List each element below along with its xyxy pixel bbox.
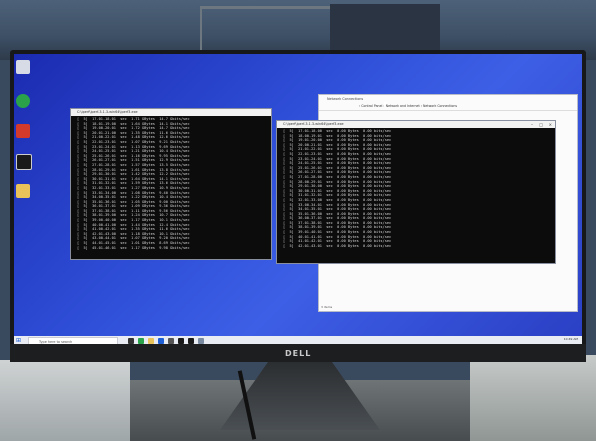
recycle-bin-icon xyxy=(16,60,30,74)
client-output: [ 5] 17.01-18.01 sec 1.71 GBytes 14.7 Gb… xyxy=(71,116,271,250)
close-icon[interactable]: × xyxy=(549,121,552,128)
edge-icon xyxy=(16,94,30,108)
monitor-brand-logo: DELL xyxy=(285,349,312,358)
cp-address-bar[interactable]: › Control Panel › Network and Internet ›… xyxy=(319,103,577,111)
maximize-icon[interactable]: □ xyxy=(539,121,543,128)
tray-clock[interactable]: 10:49 AM xyxy=(564,337,578,341)
iperf-client-window[interactable]: C:\iperf\iperf-3.1.3-win64\iperf3.exe [ … xyxy=(70,108,272,260)
minimize-icon[interactable]: – xyxy=(531,121,533,128)
terminal-icon xyxy=(16,154,32,170)
wire-shelf xyxy=(200,6,334,53)
cp-status-text: 3 items xyxy=(321,305,333,309)
server-window-title: C:\iperf\iperf-3.1.3-win64\iperf3.exe – … xyxy=(277,121,555,128)
desktop-icon-edge[interactable] xyxy=(16,94,30,108)
cp-window-title: Network Connections xyxy=(327,97,364,101)
client-window-title: C:\iperf\iperf-3.1.3-win64\iperf3.exe xyxy=(71,109,271,116)
desktop-screen: Network Connections › Control Panel › Ne… xyxy=(14,54,582,342)
shelf-shadow xyxy=(330,4,440,50)
desktop-icon-acrobat[interactable] xyxy=(16,124,30,138)
folder-icon xyxy=(16,184,30,198)
workbench-left xyxy=(0,360,130,441)
workbench-right xyxy=(470,355,596,441)
server-line: [ 5] 42.01-43.01 sec 0.00 Bytes 0.00 bit… xyxy=(283,243,392,248)
mouse-cursor-icon xyxy=(384,102,387,107)
client-line: [ 5] 45.01-46.01 sec 1.17 GBytes 9.98 Gb… xyxy=(77,245,190,250)
desktop-icon-recycle-bin[interactable] xyxy=(16,60,30,74)
desktop-icon-prompt[interactable] xyxy=(16,154,32,170)
server-window-title-text: C:\iperf\iperf-3.1.3-win64\iperf3.exe xyxy=(283,122,344,126)
server-output: [ 5] 17.01-18.00 sec 0.00 Bytes 0.00 bit… xyxy=(277,128,555,248)
iperf-server-window[interactable]: C:\iperf\iperf-3.1.3-win64\iperf3.exe – … xyxy=(276,120,556,264)
desktop-icon-folder[interactable] xyxy=(16,184,30,198)
acrobat-icon xyxy=(16,124,30,138)
